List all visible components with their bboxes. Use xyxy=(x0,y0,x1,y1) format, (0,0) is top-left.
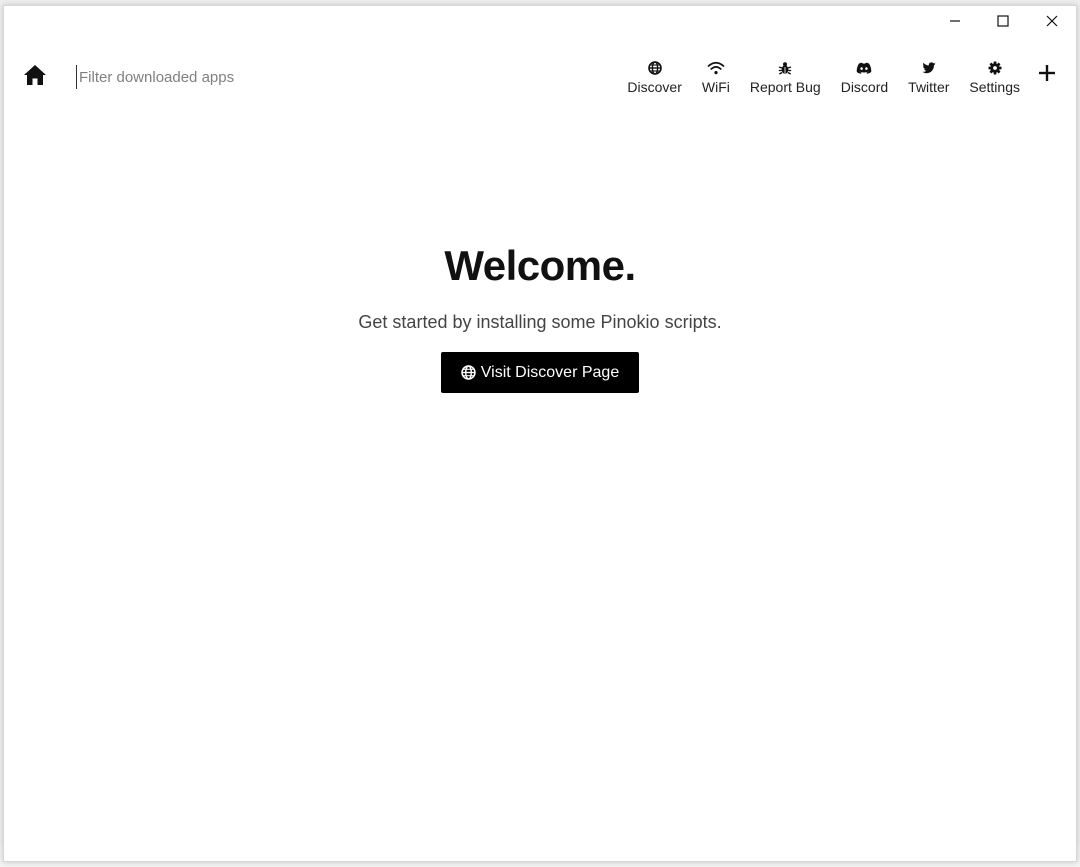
nav-settings[interactable]: Settings xyxy=(959,52,1030,102)
nav-report-bug-label: Report Bug xyxy=(749,79,821,95)
visit-discover-button[interactable]: Visit Discover Page xyxy=(440,352,640,393)
add-button[interactable] xyxy=(1030,58,1064,92)
filter-apps-input[interactable] xyxy=(76,65,379,89)
gear-icon xyxy=(988,60,1002,76)
nav-wifi-label: WiFi xyxy=(701,79,730,95)
welcome-section: Welcome. Get started by installing some … xyxy=(4,242,1076,393)
minimize-icon xyxy=(949,15,961,27)
title-bar xyxy=(4,6,1076,38)
nav-report-bug[interactable]: Report Bug xyxy=(740,52,831,102)
maximize-icon xyxy=(997,15,1009,27)
app-window: Discover WiFi xyxy=(3,5,1077,862)
nav-discord[interactable]: Discord xyxy=(831,52,898,102)
nav-discover-label: Discover xyxy=(627,79,682,95)
nav-discover[interactable]: Discover xyxy=(617,52,691,102)
home-button[interactable] xyxy=(22,64,48,90)
wifi-icon xyxy=(707,60,725,76)
welcome-subtitle: Get started by installing some Pinokio s… xyxy=(358,312,722,332)
nav-wifi[interactable]: WiFi xyxy=(692,52,740,102)
nav-discord-label: Discord xyxy=(840,79,889,95)
top-navigation: Discover WiFi xyxy=(4,52,1076,102)
minimize-button[interactable] xyxy=(932,6,978,36)
bug-icon xyxy=(778,60,792,76)
twitter-icon xyxy=(922,60,936,76)
nav-twitter-label: Twitter xyxy=(908,79,950,95)
close-button[interactable] xyxy=(1029,6,1075,36)
nav-bar: Discover WiFi Report Bug Discord Twitter… xyxy=(617,52,1076,102)
nav-twitter[interactable]: Twitter xyxy=(898,52,959,102)
discord-icon xyxy=(856,60,872,76)
close-icon xyxy=(1046,15,1058,27)
visit-discover-label: Visit Discover Page xyxy=(480,363,620,381)
welcome-title: Welcome. xyxy=(444,242,636,289)
globe-icon xyxy=(461,365,476,380)
nav-settings-label: Settings xyxy=(969,79,1020,95)
maximize-button[interactable] xyxy=(980,6,1026,36)
globe-icon xyxy=(647,60,662,76)
plus-icon xyxy=(1038,64,1056,87)
home-icon xyxy=(23,64,47,91)
